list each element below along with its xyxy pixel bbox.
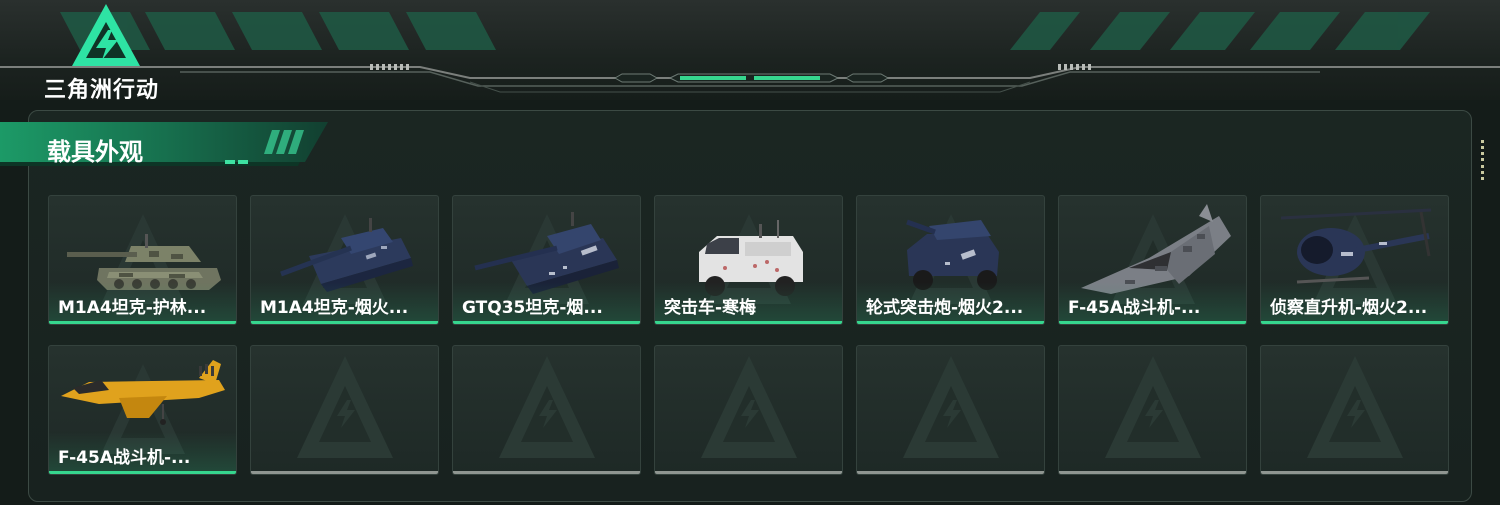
logo-text: 三角洲行动 [44, 78, 160, 103]
rarity-bar [655, 321, 842, 324]
section-header: 载具外观 [0, 122, 330, 174]
skin-name: M1A4坦克-护林... [58, 298, 207, 318]
skin-card[interactable]: 轮式突击炮-烟火2... [856, 195, 1045, 325]
empty-slot [654, 345, 843, 475]
skin-name: GTQ35坦克-烟... [462, 298, 603, 318]
game-logo: 三角洲行动 [44, 2, 184, 103]
skin-name: F-45A战斗机-... [58, 448, 191, 468]
rarity-bar [1059, 321, 1246, 324]
skin-card[interactable]: 侦察直升机-烟火2... [1260, 195, 1449, 325]
top-bar: 三角洲行动 [0, 0, 1500, 103]
skin-name: 侦察直升机-烟火2... [1270, 298, 1428, 318]
skin-card[interactable]: F-45A战斗机-... [1058, 195, 1247, 325]
empty-slot-logo-icon [499, 356, 595, 458]
rarity-bar [857, 321, 1044, 324]
section-title: 载具外观 [47, 138, 143, 166]
skin-name: F-45A战斗机-... [1068, 298, 1201, 318]
empty-slot [1058, 345, 1247, 475]
empty-slot-bar [857, 471, 1044, 474]
skin-name: 轮式突击炮-烟火2... [866, 298, 1024, 318]
empty-slot [1260, 345, 1449, 475]
empty-slot-logo-icon [1105, 356, 1201, 458]
empty-slot-logo-icon [297, 356, 393, 458]
empty-slot-bar [1261, 471, 1448, 474]
empty-slot-bar [655, 471, 842, 474]
rarity-bar [49, 471, 236, 474]
top-bar-decoration [0, 12, 1500, 93]
skin-name: 突击车-寒梅 [664, 298, 757, 318]
empty-slot-bar [453, 471, 640, 474]
skin-card[interactable]: F-45A战斗机-... [48, 345, 237, 475]
skin-card[interactable]: M1A4坦克-护林... [48, 195, 237, 325]
scroll-indicator[interactable] [1481, 140, 1485, 180]
rarity-bar [49, 321, 236, 324]
rarity-bar [1261, 321, 1448, 324]
empty-slot [250, 345, 439, 475]
rarity-bar [453, 321, 640, 324]
empty-slot-logo-icon [903, 356, 999, 458]
skin-card[interactable]: GTQ35坦克-烟... [452, 195, 641, 325]
empty-slot-bar [251, 471, 438, 474]
rarity-bar [251, 321, 438, 324]
skin-card[interactable]: M1A4坦克-烟火... [250, 195, 439, 325]
empty-slot [856, 345, 1045, 475]
empty-slot [452, 345, 641, 475]
delta-triangle-icon [72, 4, 140, 66]
empty-slot-bar [1059, 471, 1246, 474]
skin-card[interactable]: 突击车-寒梅 [654, 195, 843, 325]
empty-slot-logo-icon [1307, 356, 1403, 458]
empty-slot-logo-icon [701, 356, 797, 458]
skin-name: M1A4坦克-烟火... [260, 298, 409, 318]
